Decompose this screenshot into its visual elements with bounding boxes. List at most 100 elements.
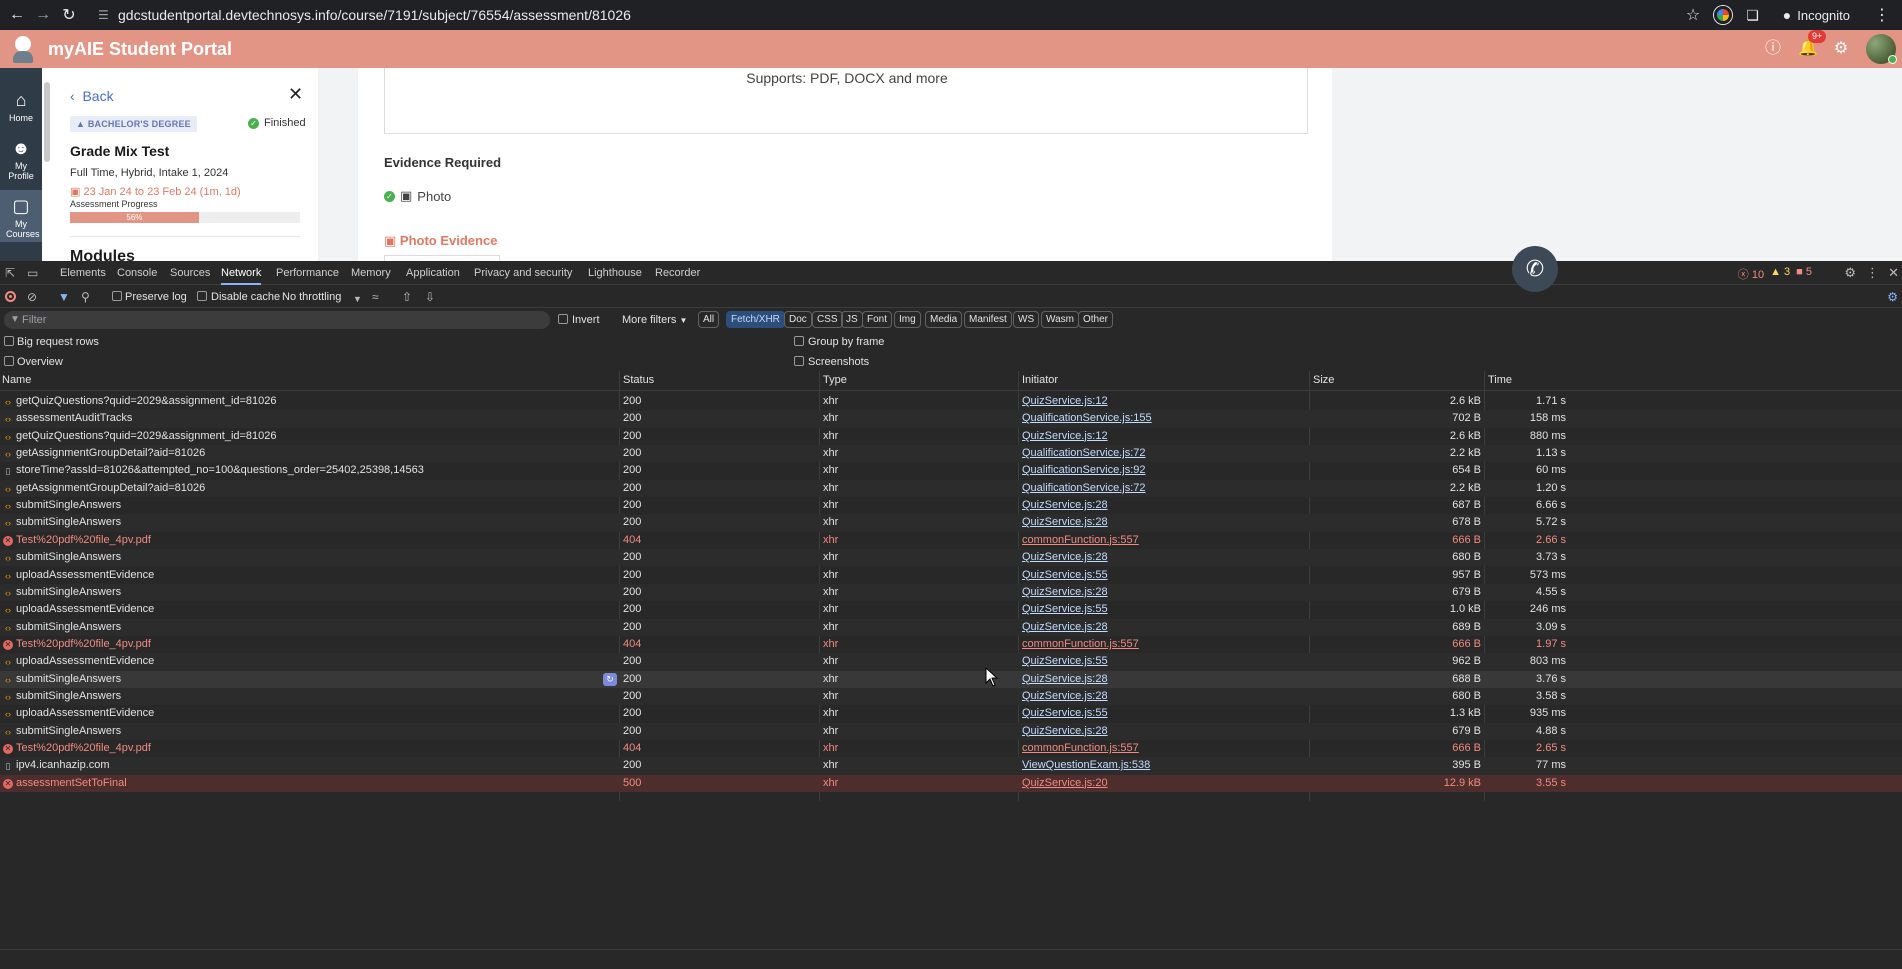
tab-sources[interactable]: Sources [170, 261, 210, 285]
cell-initiator[interactable]: QuizService.js:55 [1022, 707, 1108, 719]
export-har-icon[interactable]: ⇩ [425, 290, 435, 304]
tab-elements[interactable]: Elements [60, 261, 106, 285]
back-arrow-icon[interactable]: ← [4, 6, 30, 24]
cell-initiator[interactable]: QualificationService.js:92 [1022, 464, 1146, 476]
table-row[interactable]: ‹› submitSingleAnswers 200 xhr QuizService.j… [0, 618, 1902, 636]
filter-chip-wasm[interactable]: Wasm [1041, 311, 1079, 328]
close-devtools-icon[interactable]: ✕ [1888, 265, 1899, 281]
bell-icon[interactable]: 🔔 9+ [1798, 30, 1827, 58]
filter-input[interactable]: ▼ Filter [4, 311, 550, 329]
filter-chip-fetch-xhr[interactable]: Fetch/XHR [726, 311, 785, 328]
big-request-rows-checkbox[interactable] [4, 336, 14, 346]
table-row[interactable]: ‹› submitSingleAnswers 200 xhr QuizService.j… [0, 687, 1902, 706]
cell-initiator[interactable]: QuizService.js:28 [1022, 673, 1108, 685]
column-time[interactable]: Time [1488, 374, 1512, 386]
forward-arrow-icon[interactable]: → [30, 6, 56, 24]
table-row[interactable]: ✕ Test%20pdf%20file_4pv.pdf 404 xhr commonFu… [0, 532, 1902, 549]
tab-memory[interactable]: Memory [351, 261, 391, 285]
table-row[interactable]: ‹› submitSingleAnswers 200 xhr QuizService.j… [0, 583, 1902, 602]
avatar[interactable] [1866, 34, 1897, 64]
column-initiator[interactable]: Initiator [1022, 374, 1058, 386]
close-icon[interactable]: ✕ [288, 84, 303, 105]
cell-initiator[interactable]: QuizService.js:28 [1022, 551, 1108, 563]
table-row[interactable]: ‹› uploadAssessmentEvidence 200 xhr QuizServ… [0, 601, 1902, 618]
filter-chip-other[interactable]: Other [1078, 311, 1114, 328]
column-type[interactable]: Type [823, 374, 847, 386]
cell-initiator[interactable]: QuizService.js:28 [1022, 586, 1108, 598]
cell-initiator[interactable]: commonFunction.js:557 [1022, 638, 1139, 650]
filter-chip-js[interactable]: JS [841, 311, 863, 328]
screenshots-checkbox[interactable] [794, 356, 804, 366]
search-icon[interactable]: ⚲ [81, 290, 90, 304]
table-row[interactable]: ✕ assessmentSetToFinal 500 xhr QuizService.j… [0, 774, 1902, 792]
info-icon[interactable]: ⓘ [1764, 40, 1782, 58]
cell-initiator[interactable]: QuizService.js:28 [1022, 499, 1108, 511]
filter-funnel-icon[interactable]: ▼ [58, 290, 70, 304]
table-row[interactable]: ‹› submitSingleAnswers 200 xhr QuizService.j… [0, 670, 1902, 688]
table-row[interactable]: ‹› getAssignmentGroupDetail?aid=81026 200 x… [0, 445, 1902, 463]
rail-item-my-profile[interactable]: ☻ My Profile [0, 138, 42, 186]
upload-dropzone[interactable]: Supports: PDF, DOCX and more [384, 68, 1308, 134]
table-row[interactable]: ‹› submitSingleAnswers 200 xhr QuizService.j… [0, 722, 1902, 740]
table-row[interactable]: ‹› getQuizQuestions?quid=2029&assignment_… [0, 393, 1902, 410]
filter-chip-img[interactable]: Img [894, 311, 921, 328]
tab-application[interactable]: Application [406, 261, 460, 285]
table-row[interactable]: ‹› uploadAssessmentEvidence 200 xhr QuizServ… [0, 653, 1902, 671]
cell-initiator[interactable]: QuizService.js:55 [1022, 655, 1108, 667]
inspect-element-icon[interactable]: ⇱ [5, 266, 15, 280]
browser-menu-icon[interactable]: ⋮ [1874, 5, 1890, 25]
table-row[interactable]: ✕ Test%20pdf%20file_4pv.pdf 404 xhr commonFu… [0, 636, 1902, 653]
table-row[interactable]: ‹› uploadAssessmentEvidence 200 xhr QuizServ… [0, 705, 1902, 722]
more-filters-dropdown[interactable]: More filters ▼ [622, 312, 687, 329]
column-status[interactable]: Status [623, 374, 654, 386]
table-row[interactable]: ‹› submitSingleAnswers 200 xhr QuizService.j… [0, 497, 1902, 514]
reload-icon[interactable]: ↻ [56, 5, 82, 25]
record-icon[interactable] [5, 291, 16, 302]
overview-checkbox[interactable] [4, 356, 14, 366]
gear-icon[interactable]: ⚙ [1832, 40, 1850, 58]
group-by-frame-checkbox[interactable] [794, 336, 804, 346]
bookmark-star-icon[interactable]: ☆ [1686, 5, 1700, 25]
table-row[interactable]: ▯ ipv4.icanhazip.com 200 xhr ViewQuestionExa… [0, 757, 1902, 775]
network-conditions-icon[interactable]: ≈ [372, 290, 379, 304]
cell-initiator[interactable]: ViewQuestionExam.js:538 [1022, 759, 1150, 771]
filter-chip-ws[interactable]: WS [1013, 311, 1040, 328]
replay-request-icon[interactable]: ↻ [603, 672, 617, 686]
table-row[interactable]: ‹› getAssignmentGroupDetail?aid=81026 200 x… [0, 479, 1902, 498]
column-size[interactable]: Size [1313, 374, 1334, 386]
rail-item-home[interactable]: ⌂ Home [0, 90, 42, 130]
cell-initiator[interactable]: commonFunction.js:557 [1022, 742, 1139, 754]
filter-chip-manifest[interactable]: Manifest [964, 311, 1012, 328]
filter-chip-css[interactable]: CSS [812, 311, 843, 328]
invert-checkbox[interactable] [558, 314, 568, 324]
cell-initiator[interactable]: QuizService.js:20 [1022, 777, 1108, 789]
cell-initiator[interactable]: QuizService.js:12 [1022, 430, 1108, 442]
side-scrollbar[interactable] [44, 82, 50, 162]
cell-initiator[interactable]: QualificationService.js:155 [1022, 412, 1152, 424]
filter-chip-all[interactable]: All [698, 311, 720, 328]
tab-recorder[interactable]: Recorder [655, 261, 700, 285]
tab-performance[interactable]: Performance [276, 261, 339, 285]
table-row[interactable]: ‹› submitSingleAnswers 200 xhr QuizService.j… [0, 514, 1902, 532]
table-row[interactable]: ‹› uploadAssessmentEvidence 200 xhr QuizServ… [0, 567, 1902, 584]
column-name[interactable]: Name [2, 374, 31, 386]
cell-initiator[interactable]: commonFunction.js:557 [1022, 534, 1139, 546]
more-options-icon[interactable]: ⋮ [1866, 265, 1879, 281]
table-row[interactable]: ‹› submitSingleAnswers 200 xhr QuizService.j… [0, 549, 1902, 567]
import-har-icon[interactable]: ⇧ [402, 290, 412, 304]
extensions-puzzle-icon[interactable]: ❏ [1746, 7, 1759, 24]
cell-initiator[interactable]: QuizService.js:28 [1022, 516, 1108, 528]
throttling-select[interactable]: No throttling [282, 289, 341, 305]
app-logo[interactable] [10, 34, 36, 64]
cell-initiator[interactable]: QuizService.js:55 [1022, 603, 1108, 615]
disable-cache-checkbox[interactable] [197, 291, 207, 301]
address-bar[interactable]: gdcstudentportal.devtechnosys.info/cours… [118, 0, 631, 30]
clear-icon[interactable]: ⊘ [27, 290, 37, 304]
tab-privacy-and-security[interactable]: Privacy and security [474, 261, 572, 285]
cell-initiator[interactable]: QualificationService.js:72 [1022, 482, 1146, 494]
settings-gear-icon[interactable]: ⚙ [1844, 265, 1856, 281]
table-row[interactable]: ‹› assessmentAuditTracks 200 xhr Qualificati… [0, 410, 1902, 428]
filter-chip-font[interactable]: Font [862, 311, 893, 328]
tab-lighthouse[interactable]: Lighthouse [588, 261, 642, 285]
cell-initiator[interactable]: QuizService.js:28 [1022, 725, 1108, 737]
